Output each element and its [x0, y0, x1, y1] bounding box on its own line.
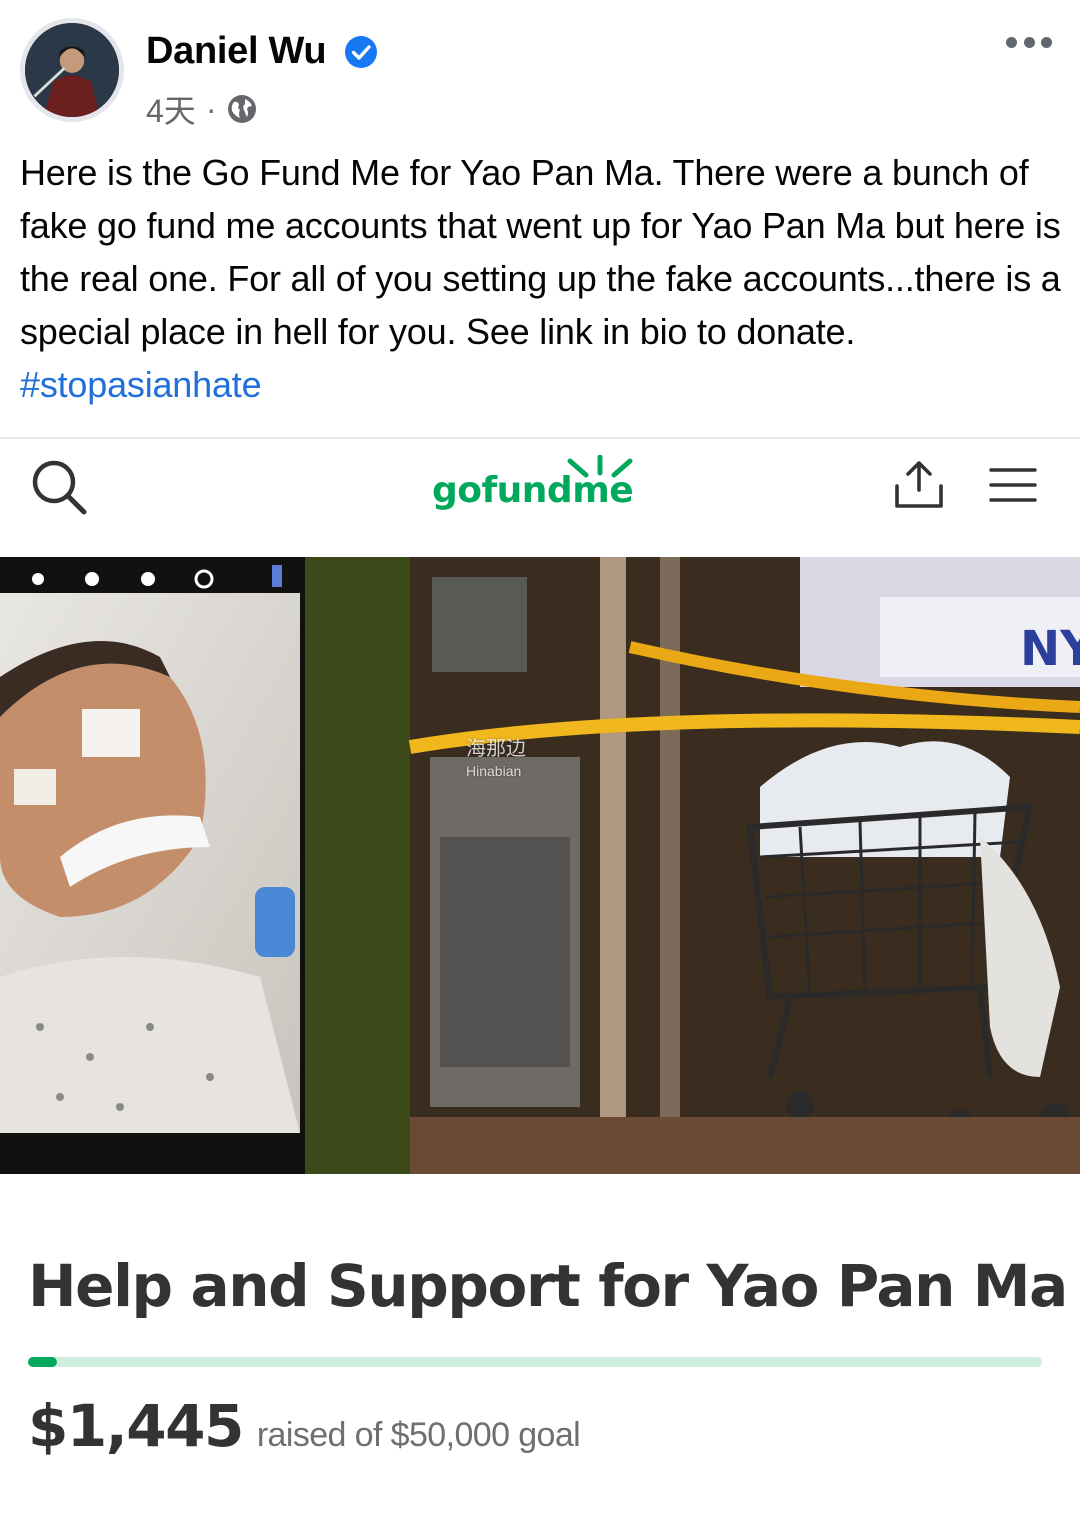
post-time[interactable]: 4天 [146, 86, 196, 132]
post-body: Here is the Go Fund Me for Yao Pan Ma. T… [20, 146, 1065, 411]
gofundme-sprout-icon [567, 455, 633, 478]
facebook-post: Daniel Wu 4天 · Here is the Go Fund Me fo… [0, 0, 1080, 1515]
author-name[interactable]: Daniel Wu [146, 30, 327, 73]
search-icon[interactable] [30, 458, 88, 516]
post-header: Daniel Wu 4天 · [0, 0, 1080, 135]
more-dot [1006, 36, 1017, 48]
more-options-icon[interactable] [1006, 34, 1052, 50]
more-dot [1023, 36, 1035, 48]
hashtag-link[interactable]: #stopasianhate [20, 364, 262, 405]
share-icon[interactable] [893, 458, 945, 512]
verified-icon [345, 36, 377, 68]
watermark-text: 海那边 [466, 738, 526, 760]
campaign-photo-collage: NY [0, 557, 1080, 1174]
watermark: 海那边 Hinabian [466, 738, 526, 782]
post-text: Here is the Go Fund Me for Yao Pan Ma. T… [20, 152, 1061, 352]
progress-fill [28, 1357, 58, 1367]
amount-row: $1,445 raised of $50,000 goal [28, 1392, 581, 1460]
globe-icon [228, 95, 257, 123]
more-dot [1041, 36, 1052, 48]
watermark-latin: Hinabian [466, 763, 522, 779]
svg-text:NY: NY [1020, 621, 1080, 677]
raised-caption: raised of $50,000 goal [256, 1416, 581, 1454]
campaign-image[interactable]: NY [0, 557, 1080, 1174]
campaign-title[interactable]: Help and Support for Yao Pan Ma [28, 1252, 1068, 1320]
meta-separator: · [205, 90, 217, 127]
menu-icon[interactable] [988, 465, 1038, 505]
post-meta: 4天 · [146, 86, 258, 132]
author-avatar[interactable] [20, 18, 124, 122]
raised-amount: $1,445 [28, 1392, 244, 1460]
avatar-image [25, 23, 119, 117]
donation-progress-bar [28, 1357, 1042, 1367]
